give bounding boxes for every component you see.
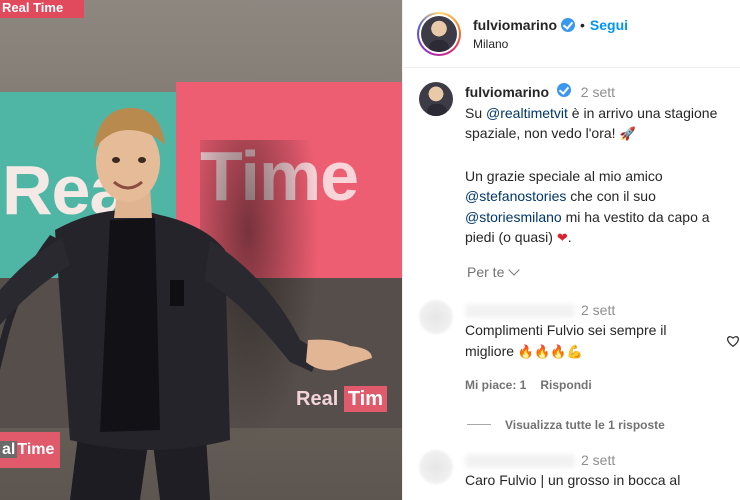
comment-likes[interactable]: Mi piace: 1: [465, 375, 526, 396]
caption-paragraph-1: Su @realtimetvit è in arrivo una stagion…: [465, 104, 718, 143]
separator-dot: •: [580, 16, 585, 33]
comment-timestamp[interactable]: 2 sett: [581, 452, 615, 468]
caption-timestamp[interactable]: 2 sett: [581, 84, 615, 100]
mention-link[interactable]: @storiesmilano: [465, 209, 562, 225]
avatar[interactable]: [421, 15, 457, 52]
rocket-emoji-icon: 🚀: [619, 127, 636, 142]
location-link[interactable]: Milano: [473, 37, 628, 51]
caption-avatar[interactable]: [419, 82, 453, 116]
comment-item: 2 sett Complimenti Fulvio sei sempre il …: [403, 299, 740, 396]
comment-item: 2 sett Caro Fulvio | un grosso in bocca …: [403, 449, 740, 491]
follow-button[interactable]: Segui: [590, 17, 628, 33]
comment-avatar-blurred[interactable]: [419, 449, 453, 484]
comment-text: Caro Fulvio | un grosso in bocca al: [465, 472, 681, 488]
heart-emoji-icon: ❤: [556, 231, 568, 246]
fire-emoji-icon: 🔥🔥🔥💪: [517, 344, 583, 360]
caption-username[interactable]: fulviomarino: [465, 84, 549, 100]
post-details-panel: fulviomarino • Segui Milano fulviomarino…: [402, 0, 740, 500]
comment-timestamp[interactable]: 2 sett: [581, 302, 615, 318]
caption-paragraph-2: Un grazie speciale al mio amico @stefano…: [465, 167, 710, 247]
person-figure: [0, 107, 372, 500]
reply-button[interactable]: Rispondi: [540, 375, 591, 396]
view-replies-button[interactable]: Visualizza tutte le 1 risposte: [467, 418, 740, 432]
verified-badge-icon: [556, 83, 571, 97]
story-ring[interactable]: [417, 11, 461, 56]
comment-avatar-blurred[interactable]: [419, 299, 453, 334]
post-caption: fulviomarino 2 sett Su @realtimetvit è i…: [403, 68, 740, 250]
comment-text: Complimenti Fulvio sei sempre il miglior…: [465, 322, 667, 360]
post-header: fulviomarino • Segui Milano: [403, 0, 740, 68]
chevron-down-icon: [508, 263, 521, 276]
header-username[interactable]: fulviomarino: [473, 17, 557, 33]
see-translation-button[interactable]: Per te: [467, 264, 740, 280]
mention-link[interactable]: @stefanostories: [465, 188, 566, 204]
mention-link[interactable]: @realtimetvit: [486, 105, 568, 121]
comment-username-blurred[interactable]: [465, 303, 575, 318]
replies-line: [467, 424, 491, 425]
banner-top-logo: Real Time: [0, 0, 84, 18]
like-heart-icon[interactable]: [726, 334, 740, 348]
verified-badge-icon: [561, 17, 576, 32]
comment-username-blurred[interactable]: [465, 453, 575, 468]
post-photo[interactable]: Real Time Real Time Real Tim alTime: [0, 0, 402, 500]
